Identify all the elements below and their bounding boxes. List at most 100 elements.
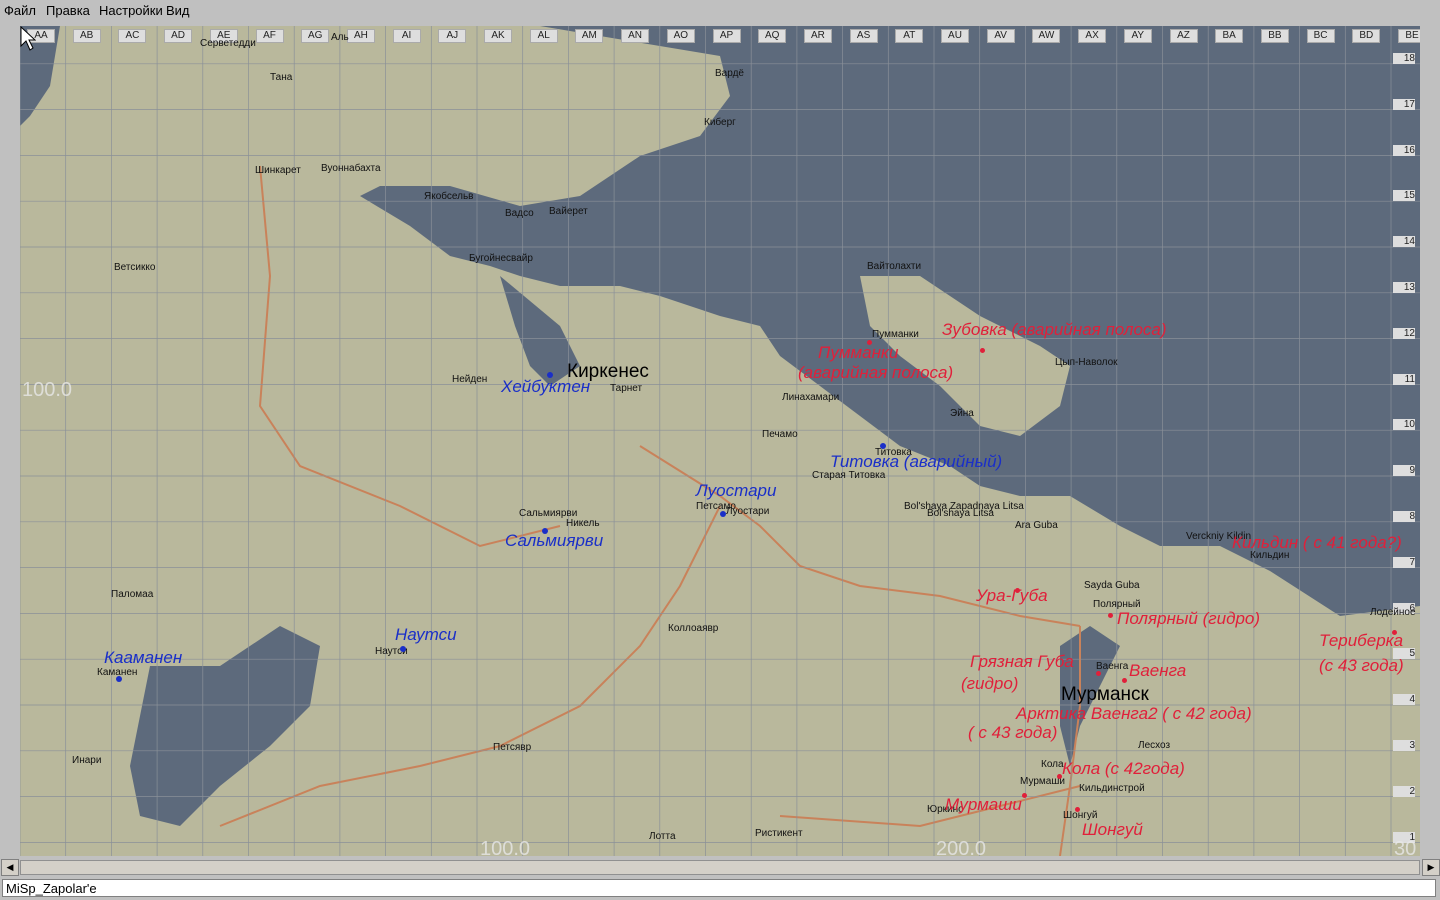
airfield-label[interactable]: Грязная Губа <box>970 652 1074 672</box>
place-label: Цып-Наволок <box>1055 357 1118 368</box>
scroll-right-icon[interactable]: ▶ <box>1422 859 1440 876</box>
airfield-label[interactable]: Арктика Ваенга2 ( с 42 года) <box>1016 704 1252 724</box>
place-label: Пумманки <box>872 329 919 340</box>
place-label: Никель <box>566 518 600 529</box>
grid-row-label: 9 <box>1393 465 1415 477</box>
place-label: Тана <box>270 72 293 83</box>
grid-column-label: AW <box>1032 29 1061 43</box>
airfield-label[interactable]: (аварийная полоса) <box>798 363 953 383</box>
airfield-marker[interactable] <box>1108 613 1113 618</box>
airfield-marker[interactable] <box>1096 671 1101 676</box>
place-label: Коллоаявр <box>668 623 719 634</box>
airfield-marker[interactable] <box>980 348 985 353</box>
airfield-label[interactable]: Полярный (гидро) <box>1117 609 1260 629</box>
grid-column-label: BD <box>1352 29 1381 43</box>
airfield-marker[interactable] <box>116 676 122 682</box>
airfield-marker[interactable] <box>720 511 726 517</box>
place-label: Вуоннабахта <box>321 163 381 174</box>
grid-column-label: AV <box>986 29 1015 43</box>
grid-column-label: BB <box>1260 29 1289 43</box>
grid-row-label: 3 <box>1393 740 1415 751</box>
place-label: Ветсикко <box>114 262 156 273</box>
airfield-label[interactable]: Териберка <box>1319 631 1403 651</box>
place-label: Шинкарет <box>255 165 301 176</box>
mouse-cursor-icon <box>20 26 36 51</box>
airfield-label[interactable]: Кильдин ( с 41 года?) <box>1232 533 1402 553</box>
menu-settings[interactable]: Настройки <box>99 3 163 18</box>
place-label: Bol'shaya Litsa <box>927 508 994 519</box>
map-terrain <box>20 26 1420 856</box>
airfield-marker[interactable] <box>1122 678 1127 683</box>
grid-column-label: AN <box>621 29 650 43</box>
menu-edit[interactable]: Правка <box>46 3 90 18</box>
airfield-marker[interactable] <box>880 443 886 449</box>
place-label: Ara Guba <box>1015 520 1058 531</box>
airfield-marker[interactable] <box>1075 807 1080 812</box>
grid-column-label: AM <box>575 29 604 43</box>
grid-row-label: 8 <box>1393 511 1415 522</box>
airfield-label[interactable]: (гидро) <box>961 674 1018 694</box>
airfield-label[interactable]: Кола (с 42года) <box>1062 759 1185 779</box>
place-label: Бугойнесвайр <box>469 253 533 264</box>
grid-column-label: AO <box>666 29 695 43</box>
place-label: Линахамари <box>782 392 840 403</box>
airfield-label[interactable]: Луостари <box>696 481 776 501</box>
grid-column-label: AI <box>392 29 421 43</box>
grid-column-label: AF <box>255 29 284 43</box>
place-label: Якобсельв <box>424 191 474 202</box>
place-label: Вардё <box>715 68 744 79</box>
airfield-marker[interactable] <box>1022 793 1027 798</box>
grid-column-label: AK <box>484 29 512 43</box>
grid-column-label: BA <box>1215 29 1244 43</box>
menu-bar: Файл Правка Настройки Вид <box>0 0 1440 22</box>
airfield-label[interactable]: Наутси <box>395 625 457 645</box>
place-label: Эйна <box>950 408 974 419</box>
place-label: Лотта <box>649 831 676 842</box>
place-label: Аль <box>331 32 349 43</box>
place-label: Ваенга <box>1096 661 1129 672</box>
menu-view[interactable]: Вид <box>166 3 190 18</box>
airfield-label[interactable]: Ура-Губа <box>976 586 1048 606</box>
scroll-left-icon[interactable]: ◀ <box>1 859 19 876</box>
place-label: Вайтолахти <box>867 261 922 272</box>
menu-file[interactable]: Файл <box>4 3 36 18</box>
airfield-label[interactable]: Пумманки <box>818 343 898 363</box>
grid-row-label: 2 <box>1393 785 1415 797</box>
grid-column-label: AS <box>849 29 878 43</box>
airfield-marker[interactable] <box>400 646 406 652</box>
coord-label: 30 <box>1394 838 1417 856</box>
scrollbar-thumb[interactable] <box>20 860 1420 875</box>
airfield-label[interactable]: (с 43 года) <box>1319 656 1404 676</box>
grid-row-label: 13 <box>1393 282 1415 293</box>
grid-column-label: AQ <box>758 29 787 43</box>
grid-column-label: AB <box>72 29 101 43</box>
grid-row-label: 18 <box>1393 53 1415 64</box>
window-frame-right <box>1420 22 1440 858</box>
grid-column-label: BC <box>1306 29 1335 43</box>
place-label: Вадсо <box>505 208 534 219</box>
place-label: Sayda Guba <box>1084 580 1140 591</box>
grid-column-label: AZ <box>1169 29 1198 43</box>
horizontal-scrollbar[interactable]: ◀ ▶ <box>0 858 1440 876</box>
airfield-label[interactable]: Сальмиярви <box>505 531 603 551</box>
airfield-label[interactable]: Титовка (аварийный) <box>830 452 1002 472</box>
grid-row-label: 14 <box>1393 236 1415 248</box>
grid-row-label: 16 <box>1393 144 1415 156</box>
airfield-label[interactable]: ( с 43 года) <box>968 723 1057 743</box>
airfield-label[interactable]: Кааманен <box>104 648 182 668</box>
airfield-label[interactable]: Мурмаши <box>945 795 1022 815</box>
grid-row-label: 4 <box>1393 694 1415 706</box>
grid-column-label: BE <box>1398 29 1420 43</box>
grid-column-label: AR <box>803 29 832 43</box>
airfield-label[interactable]: Ваенга <box>1129 661 1186 681</box>
place-label: Петсявр <box>493 742 532 753</box>
place-label: Ристикент <box>755 828 803 839</box>
airfield-label[interactable]: Шонгуй <box>1082 820 1143 840</box>
grid-column-label: AY <box>1123 29 1152 43</box>
map-canvas[interactable]: AA AB AC AD AE AF AG AH AI AJ AK AL AM AN AO AP AQ AR AS AT… <box>20 26 1420 856</box>
place-label: Нейден <box>452 374 488 385</box>
airfield-label[interactable]: Зубовка (аварийная полоса) <box>942 320 1167 340</box>
place-label: Вайерет <box>549 206 588 217</box>
airfield-label[interactable]: Хейбуктен <box>501 377 590 397</box>
grid-column-label: AP <box>712 29 741 43</box>
